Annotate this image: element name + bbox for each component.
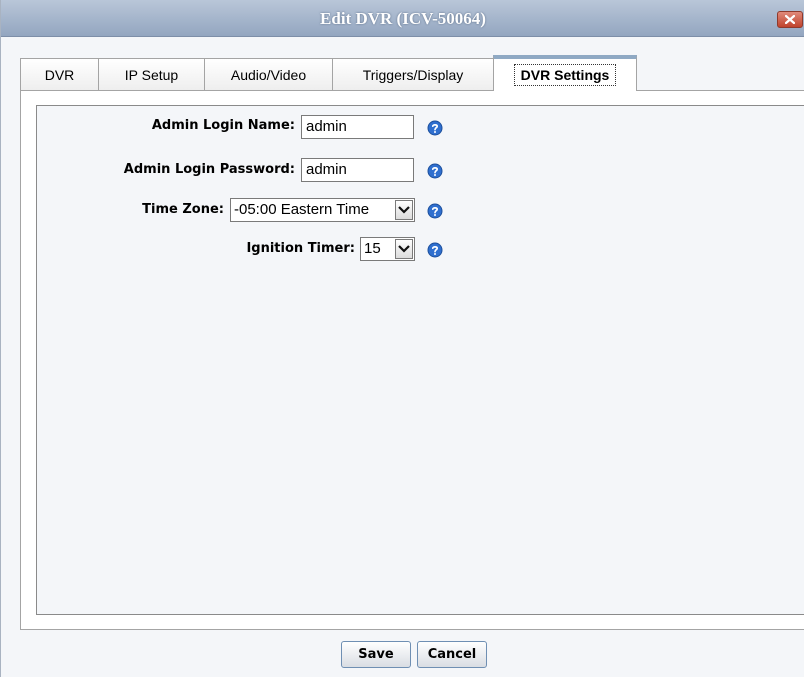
tab-label: Triggers/Display bbox=[362, 67, 464, 83]
dropdown-button[interactable] bbox=[395, 239, 413, 259]
tab-label: Audio/Video bbox=[230, 67, 307, 83]
dialog-title: Edit DVR (ICV-50064) bbox=[320, 9, 486, 28]
settings-group bbox=[36, 105, 804, 615]
tab-triggers-display[interactable]: Triggers/Display bbox=[332, 58, 494, 90]
dropdown-button[interactable] bbox=[395, 200, 413, 220]
time-zone-label: Time Zone: bbox=[142, 202, 224, 217]
admin-login-password-label: Admin Login Password: bbox=[123, 162, 295, 177]
time-zone-value: -05:00 Eastern Time bbox=[234, 201, 370, 218]
tab-audio-video[interactable]: Audio/Video bbox=[204, 58, 333, 90]
title-bar[interactable]: Edit DVR (ICV-50064) bbox=[1, 0, 804, 37]
help-icon[interactable] bbox=[427, 203, 443, 219]
tab-ip-setup[interactable]: IP Setup bbox=[98, 58, 205, 90]
help-icon[interactable] bbox=[427, 120, 443, 136]
ignition-timer-select[interactable]: 15 bbox=[360, 237, 415, 261]
admin-login-name-label: Admin Login Name: bbox=[151, 118, 295, 133]
ignition-timer-value: 15 bbox=[364, 240, 381, 257]
tab-label: IP Setup bbox=[124, 67, 179, 83]
chevron-down-icon bbox=[398, 206, 410, 214]
help-icon[interactable] bbox=[427, 242, 443, 258]
tab-label: DVR bbox=[44, 67, 75, 83]
admin-login-name-field[interactable]: admin bbox=[301, 115, 414, 139]
cancel-button[interactable]: Cancel bbox=[417, 641, 487, 668]
chevron-down-icon bbox=[398, 245, 410, 253]
tab-dvr-settings[interactable]: DVR Settings bbox=[493, 55, 637, 91]
ignition-timer-label: Ignition Timer: bbox=[246, 241, 355, 256]
admin-login-password-field[interactable]: admin bbox=[301, 158, 414, 182]
tab-label: DVR Settings bbox=[513, 64, 617, 86]
edit-dvr-dialog: Edit DVR (ICV-50064) DVR IP Setup Audio/… bbox=[0, 0, 804, 677]
tab-dvr[interactable]: DVR bbox=[20, 58, 99, 90]
save-button[interactable]: Save bbox=[341, 641, 411, 668]
time-zone-select[interactable]: -05:00 Eastern Time bbox=[230, 198, 415, 222]
help-icon[interactable] bbox=[427, 163, 443, 179]
close-icon bbox=[785, 15, 795, 24]
close-button[interactable] bbox=[777, 11, 803, 28]
